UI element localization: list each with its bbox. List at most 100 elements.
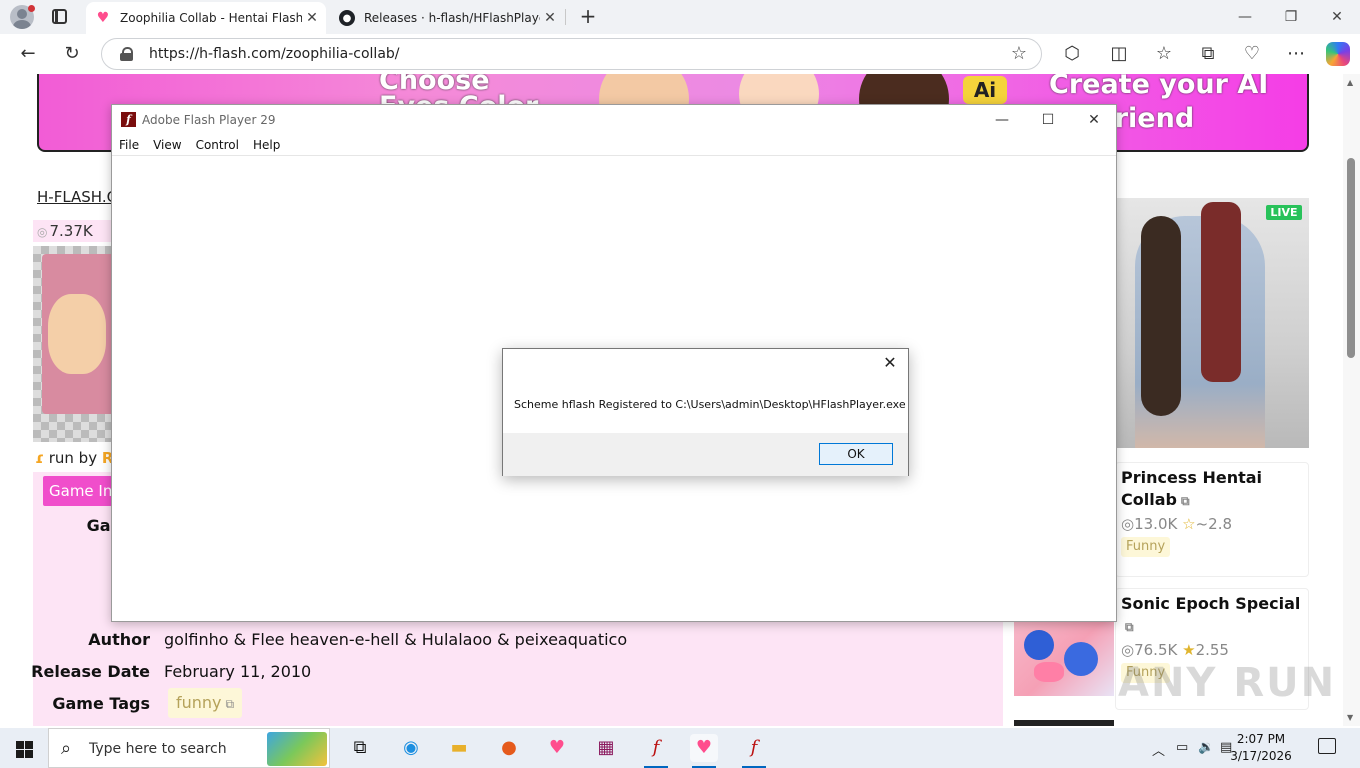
scrollbar-thumb[interactable]	[1347, 158, 1355, 358]
live-cam-coat	[1201, 202, 1241, 382]
tab-close-icon[interactable]: ✕	[540, 10, 560, 26]
address-bar[interactable]: https://h-flash.com/zoophilia-collab/ ☆	[101, 38, 1042, 70]
menu-help[interactable]: Help	[246, 135, 287, 155]
card-title-line1[interactable]: Princess Hentai	[1121, 467, 1262, 489]
github-favicon-icon: ●	[339, 10, 355, 26]
card-rating: ~2.8	[1195, 515, 1233, 533]
hflash-player-taskbar-icon[interactable]: ♥	[690, 734, 718, 768]
star-icon: ★	[1182, 641, 1196, 659]
breadcrumb-site-link[interactable]: H-FLASH.C	[37, 188, 117, 206]
sonic-game-thumbnail[interactable]	[1014, 622, 1114, 696]
volume-icon[interactable]: 🔉	[1198, 740, 1214, 755]
card-views: 13.0K	[1134, 515, 1178, 533]
new-tab-button[interactable]: +	[578, 5, 598, 27]
dialog-close-button[interactable]: ✕	[878, 352, 902, 374]
flash-minimize-button[interactable]: —	[979, 105, 1025, 135]
flash-close-button[interactable]: ✕	[1071, 105, 1117, 135]
star-icon: ☆	[1182, 515, 1196, 533]
browser-minimize-button[interactable]: —	[1222, 0, 1268, 34]
file-explorer-icon[interactable]: ▬	[445, 734, 473, 762]
flash-player-icon: f	[121, 112, 136, 127]
related-game-card[interactable]: Princess Hentai Collab ⧉ ◎13.0K ☆~2.8 Fun…	[1115, 462, 1309, 577]
address-url[interactable]: https://h-flash.com/zoophilia-collab/	[149, 46, 400, 62]
dialog-footer: OK	[503, 433, 908, 476]
views-icon: ◎	[1121, 641, 1135, 659]
task-view-icon[interactable]: ⧉	[346, 734, 374, 762]
copilot-icon[interactable]	[1326, 42, 1350, 66]
scheme-registered-dialog: ✕ Scheme hflash Registered to C:\Users\a…	[502, 348, 909, 476]
next-game-thumbnail[interactable]	[1014, 720, 1114, 726]
clock-time: 2:07 PM	[1236, 732, 1286, 746]
more-options-icon[interactable]: ⋯	[1284, 42, 1308, 66]
dialog-message: Scheme hflash Registered to C:\Users\adm…	[514, 398, 906, 411]
scroll-down-arrow-icon[interactable]: ▼	[1347, 713, 1353, 722]
card-tag[interactable]: Funny	[1121, 537, 1171, 557]
search-icon: ⌕	[61, 738, 72, 759]
winrar-icon[interactable]: ▦	[592, 734, 620, 762]
card-stats: ◎13.0K ☆~2.8	[1121, 515, 1232, 533]
external-link-icon: ⧉	[1180, 494, 1190, 508]
page-scrollbar[interactable]: ▲ ▼	[1343, 74, 1360, 726]
refresh-icon[interactable]: ↻	[60, 42, 84, 66]
hflash-app-icon[interactable]: ♥	[543, 734, 571, 762]
tray-chevron-icon[interactable]: ︿	[1152, 740, 1165, 759]
flash-player-taskbar-icon-2[interactable]: f	[740, 734, 768, 768]
game-thumbnail-art	[42, 254, 122, 414]
firefox-icon[interactable]: ●	[495, 734, 523, 762]
live-cam-thumbnail[interactable]	[1115, 198, 1309, 448]
search-placeholder: Type here to search	[89, 741, 227, 757]
card-title-line2[interactable]: ⧉	[1121, 615, 1134, 638]
menu-view[interactable]: View	[146, 135, 188, 155]
flash-maximize-button[interactable]: ☐	[1025, 105, 1071, 135]
views-icon: ◎	[37, 225, 48, 239]
browser-restore-button[interactable]: ❐	[1268, 0, 1314, 34]
value-release-date: February 11, 2010	[164, 662, 312, 681]
browser-essentials-icon[interactable]: ♡	[1240, 42, 1264, 66]
flash-title-bar[interactable]: f Adobe Flash Player 29 — ☐ ✕	[112, 105, 1116, 135]
scroll-up-arrow-icon[interactable]: ▲	[1347, 78, 1353, 87]
menu-file[interactable]: File	[112, 135, 146, 155]
label-release-date: Release Date	[31, 662, 150, 681]
tab-title: Releases · h-flash/HFlashPlayer	[364, 11, 540, 25]
tab-separator	[565, 9, 566, 25]
taskbar-search-box[interactable]: ⌕ Type here to search	[48, 728, 330, 768]
lock-icon[interactable]	[120, 47, 133, 61]
tab-zoophilia-collab[interactable]: ♥ Zoophilia Collab - Hentai Flash Ga ✕	[86, 2, 326, 34]
menu-control[interactable]: Control	[189, 135, 246, 155]
browser-close-button[interactable]: ✕	[1314, 0, 1360, 34]
dialog-ok-button[interactable]: OK	[819, 443, 893, 465]
tab-hflashplayer-releases[interactable]: ● Releases · h-flash/HFlashPlayer ✕	[330, 2, 564, 34]
run-by-line: ɾ run by R	[35, 449, 113, 467]
windows-taskbar: ⌕ Type here to search ⧉ ◉ ▬ ● ♥ ▦ f ♥ f …	[0, 728, 1360, 768]
start-button[interactable]	[0, 728, 48, 768]
card-title-line1[interactable]: Sonic Epoch Special	[1121, 593, 1300, 615]
card-stats: ◎76.5K ★2.55	[1121, 641, 1229, 659]
amy-character	[1034, 662, 1064, 682]
collections-icon[interactable]: ⧉	[1196, 42, 1220, 66]
favorite-star-icon[interactable]: ☆	[1011, 43, 1027, 64]
clock-date: 3/17/2026	[1230, 749, 1292, 763]
views-icon: ◎	[1121, 515, 1135, 533]
tab-close-icon[interactable]: ✕	[302, 10, 322, 26]
tag-funny-chip[interactable]: funny ⧉	[168, 688, 243, 718]
edge-icon[interactable]: ◉	[397, 734, 425, 762]
profile-notification-dot	[28, 5, 35, 12]
notification-center-icon[interactable]	[1318, 738, 1336, 754]
favorites-icon[interactable]: ☆	[1152, 42, 1176, 66]
card-title-line2[interactable]: Collab ⧉	[1121, 489, 1190, 512]
split-screen-icon[interactable]: ◫	[1107, 42, 1131, 66]
flash-player-taskbar-icon[interactable]: f	[642, 734, 670, 768]
value-author: golfinho & Flee heaven-e-hell & Hulalaoo…	[164, 630, 628, 649]
label-author: Author	[88, 630, 150, 649]
tab-title: Zoophilia Collab - Hentai Flash Ga	[120, 11, 302, 25]
back-arrow-icon[interactable]: ←	[16, 42, 40, 66]
run-by-prefix: run by	[48, 449, 98, 467]
sonic-character	[1064, 642, 1098, 676]
battery-icon[interactable]: ▭	[1176, 740, 1188, 755]
tab-actions-icon[interactable]	[52, 9, 67, 24]
taskbar-clock[interactable]: 2:07 PM 3/17/2026	[1226, 731, 1296, 765]
views-count: ◎ 7.37K	[33, 220, 123, 242]
card-views: 76.5K	[1134, 641, 1178, 659]
extensions-icon[interactable]: ⬡	[1060, 42, 1084, 66]
game-thumbnail[interactable]	[33, 246, 123, 442]
